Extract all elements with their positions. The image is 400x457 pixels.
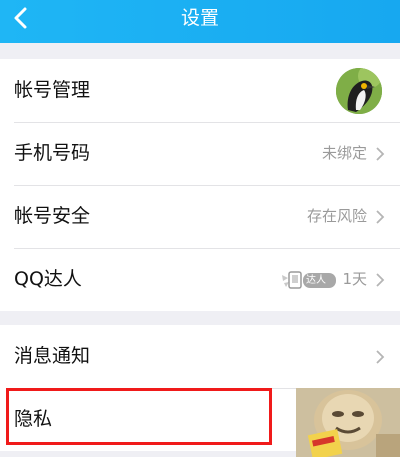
settings-row-qq-daren[interactable]: QQ达人 达人 1天: [0, 248, 400, 311]
meme-sticker: [296, 388, 400, 457]
row-label: QQ达人: [14, 268, 82, 290]
badge-text: 达人: [306, 275, 326, 286]
qq-daren-badge-icon: 达人: [280, 269, 338, 291]
row-value: 未绑定: [321, 144, 367, 162]
settings-row-phone-number[interactable]: 手机号码 未绑定: [0, 122, 400, 185]
row-value: 存在风险: [306, 207, 367, 225]
chevron-right-icon: [376, 210, 385, 224]
settings-row-notifications[interactable]: 消息通知: [0, 325, 400, 388]
settings-row-account-management[interactable]: 帐号管理: [0, 59, 400, 122]
settings-group-account: 帐号管理 手机号码 未绑定 帐号安全 存在风险 QQ达人 达人 1天: [0, 59, 400, 311]
row-label: 帐号安全: [14, 205, 91, 227]
penguin-avatar-icon: [336, 68, 382, 114]
row-label: 手机号码: [14, 142, 91, 164]
chevron-right-icon: [376, 147, 385, 161]
row-value: 1天: [342, 270, 367, 288]
chevron-right-icon: [376, 350, 385, 364]
avatar[interactable]: [336, 68, 382, 114]
settings-row-account-security[interactable]: 帐号安全 存在风险: [0, 185, 400, 248]
header-bar: 设置: [0, 0, 400, 43]
page-title: 设置: [180, 7, 219, 29]
highlight-box: [6, 388, 272, 445]
chevron-right-icon: [376, 273, 385, 287]
row-label: 帐号管理: [14, 79, 91, 101]
row-label: 消息通知: [14, 345, 91, 367]
